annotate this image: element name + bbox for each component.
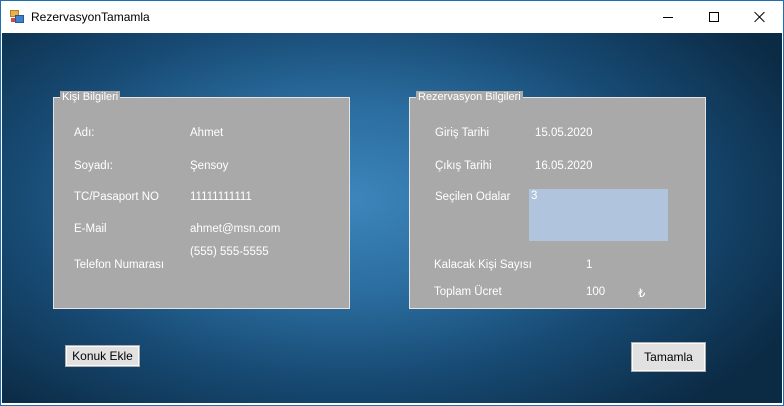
last-name-label: Soyadı:: [74, 160, 113, 172]
id-number-value: 11111111111: [190, 191, 252, 203]
checkin-label: Giriş Tarihi: [435, 127, 490, 139]
phone-label: Telefon Numarası: [74, 259, 165, 271]
selected-rooms-listbox[interactable]: 3: [529, 189, 668, 241]
maximize-button[interactable]: [691, 1, 737, 33]
maximize-icon: [709, 12, 719, 22]
title-bar[interactable]: RezervasyonTamamla: [1, 1, 783, 33]
last-name-value: Şensoy: [190, 160, 229, 172]
guest-count-value: 1: [586, 259, 593, 271]
list-item[interactable]: 3: [531, 190, 537, 202]
selected-rooms-label: Seçilen Odalar: [435, 191, 511, 203]
add-guest-button[interactable]: Konuk Ekle: [65, 345, 140, 367]
first-name-label: Adı:: [74, 127, 95, 139]
reservation-complete-window: RezervasyonTamamla Kişi Bilgileri Adı: A…: [0, 0, 784, 406]
id-number-label: TC/Pasaport NO: [74, 191, 159, 203]
first-name-value: Ahmet: [190, 127, 224, 139]
complete-button[interactable]: Tamamla: [631, 342, 706, 372]
phone-value: (555) 555-5555: [190, 246, 269, 258]
email-value: ahmet@msn.com: [190, 223, 281, 235]
person-info-groupbox: Kişi Bilgileri Adı: Ahmet Soyadı: Şensoy…: [53, 91, 350, 309]
minimize-button[interactable]: [645, 1, 691, 33]
minimize-icon: [663, 16, 673, 18]
checkout-value: 16.05.2020: [535, 160, 593, 172]
close-button[interactable]: [737, 1, 783, 33]
person-info-legend: Kişi Bilgileri: [60, 91, 121, 103]
total-price-value: 100: [586, 286, 606, 298]
reservation-info-groupbox: Rezervasyon Bilgileri Giriş Tarihi 15.05…: [409, 91, 706, 309]
guest-count-label: Kalacak Kişi Sayısı: [434, 259, 532, 271]
reservation-info-legend: Rezervasyon Bilgileri: [416, 91, 523, 103]
currency-symbol: ₺: [638, 288, 646, 300]
checkout-label: Çıkış Tarihi: [435, 160, 492, 172]
total-price-label: Toplam Ücret: [434, 286, 502, 298]
email-label: E-Mail: [74, 223, 107, 235]
checkin-value: 15.05.2020: [535, 127, 593, 139]
window-title: RezervasyonTamamla: [31, 10, 150, 24]
form-client-area: Kişi Bilgileri Adı: Ahmet Soyadı: Şensoy…: [2, 33, 782, 403]
close-icon: [754, 11, 766, 23]
windows-form-icon: [10, 10, 24, 23]
